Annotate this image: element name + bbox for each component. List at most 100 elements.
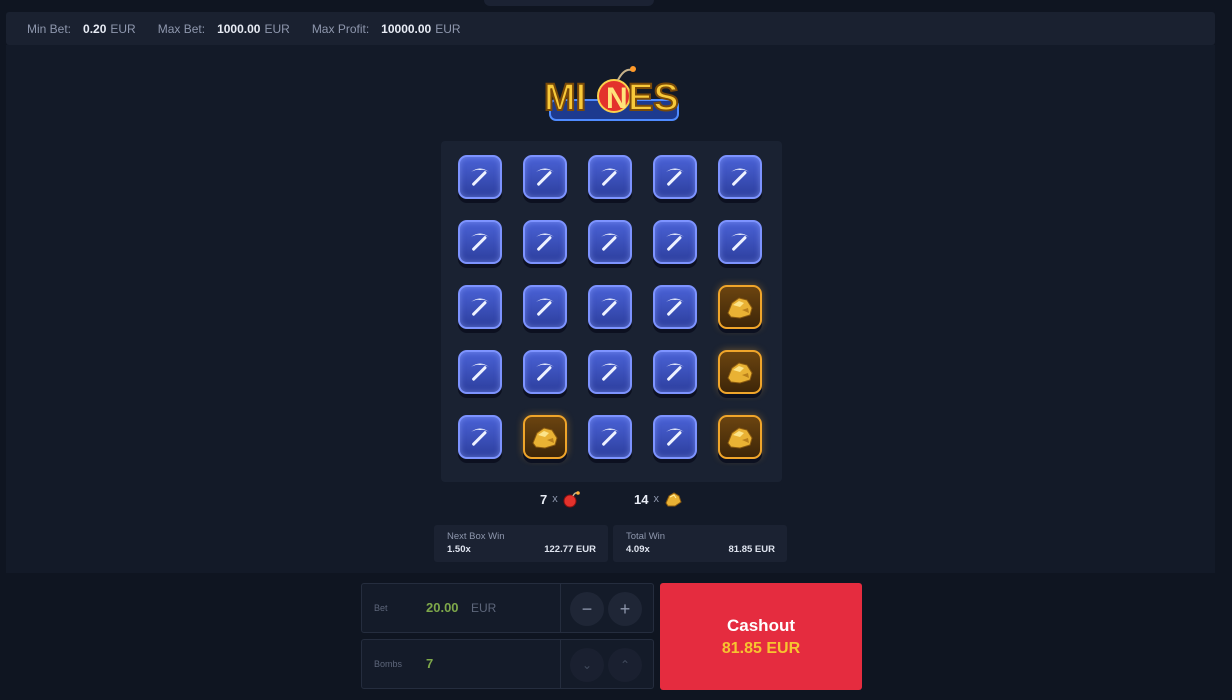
- min-bet: Min Bet: 0.20 EUR: [27, 22, 136, 36]
- pickaxe-icon: [666, 298, 684, 316]
- pickaxe-icon: [601, 298, 619, 316]
- bet-increase-button[interactable]: +: [608, 592, 642, 626]
- pickaxe-icon: [601, 363, 619, 381]
- cashout-button[interactable]: Cashout 81.85 EUR: [660, 583, 862, 690]
- gold-nugget-icon: [665, 492, 682, 507]
- tile-hidden[interactable]: [523, 350, 567, 394]
- tile-gold-revealed: [718, 415, 762, 459]
- gem-count: 14 x: [634, 490, 683, 508]
- tile-hidden[interactable]: [458, 415, 502, 459]
- gem-count-x: x: [653, 493, 659, 505]
- pickaxe-icon: [666, 168, 684, 186]
- logo-text-mid: N: [606, 82, 628, 115]
- total-win-title: Total Win: [626, 531, 666, 542]
- tile-hidden[interactable]: [588, 155, 632, 199]
- pickaxe-icon: [601, 428, 619, 446]
- gem-count-value: 14: [634, 491, 649, 507]
- mines-grid: [441, 141, 782, 482]
- pickaxe-icon: [536, 168, 554, 186]
- bombs-decrease-button[interactable]: ⌄: [570, 648, 604, 682]
- gold-nugget-icon: [727, 427, 753, 449]
- max-profit-label: Max Profit:: [311, 21, 370, 36]
- tile-hidden[interactable]: [523, 155, 567, 199]
- mines-logo: MI N ES: [543, 66, 680, 121]
- tile-hidden[interactable]: [458, 350, 502, 394]
- counts-row: 7 x 14 x: [0, 490, 1232, 510]
- max-profit: Max Profit: 10000.00 EUR: [312, 22, 461, 36]
- top-tab: [484, 0, 654, 6]
- tile-hidden[interactable]: [653, 220, 697, 264]
- limits-bar: Min Bet: 0.20 EUR Max Bet: 1000.00 EUR M…: [6, 12, 1215, 45]
- pickaxe-icon: [536, 298, 554, 316]
- tile-hidden[interactable]: [653, 415, 697, 459]
- pickaxe-icon: [536, 363, 554, 381]
- max-bet-label: Max Bet:: [157, 21, 206, 36]
- pickaxe-icon: [731, 233, 749, 251]
- tile-hidden[interactable]: [588, 415, 632, 459]
- bet-label: Bet: [374, 603, 388, 613]
- tile-hidden[interactable]: [458, 220, 502, 264]
- tile-hidden[interactable]: [458, 155, 502, 199]
- max-bet-currency: EUR: [264, 21, 290, 36]
- min-bet-label: Min Bet:: [27, 21, 72, 36]
- pickaxe-icon: [666, 233, 684, 251]
- next-box-win-amount: 122.77 EUR: [544, 544, 596, 555]
- tile-gold-revealed: [718, 350, 762, 394]
- pickaxe-icon: [536, 233, 554, 251]
- bet-input[interactable]: 20.00: [426, 600, 459, 615]
- tile-hidden[interactable]: [653, 350, 697, 394]
- tile-hidden[interactable]: [718, 220, 762, 264]
- total-win-multiplier: 4.09x: [626, 544, 650, 555]
- next-box-win-multiplier: 1.50x: [447, 544, 471, 555]
- tile-hidden[interactable]: [588, 220, 632, 264]
- next-box-win: Next Box Win 1.50x 122.77 EUR: [434, 525, 608, 562]
- gold-nugget-icon: [727, 362, 753, 384]
- max-profit-currency: EUR: [435, 21, 461, 36]
- min-bet-currency: EUR: [110, 21, 136, 36]
- min-bet-value: 0.20: [83, 21, 107, 36]
- max-bet-value: 1000.00: [217, 21, 261, 36]
- bet-decrease-button[interactable]: −: [570, 592, 604, 626]
- total-win: Total Win 4.09x 81.85 EUR: [613, 525, 787, 562]
- tile-hidden[interactable]: [458, 285, 502, 329]
- pickaxe-icon: [471, 363, 489, 381]
- logo-text-left: MI: [544, 77, 586, 119]
- bomb-count: 7 x: [540, 490, 580, 508]
- tile-hidden[interactable]: [718, 155, 762, 199]
- tile-gold-revealed: [523, 415, 567, 459]
- total-win-amount: 81.85 EUR: [728, 544, 775, 555]
- tile-gold-revealed: [718, 285, 762, 329]
- tile-hidden[interactable]: [653, 155, 697, 199]
- pickaxe-icon: [731, 168, 749, 186]
- max-profit-value: 10000.00: [381, 21, 432, 36]
- bomb-icon: [563, 491, 580, 508]
- bomb-count-x: x: [552, 493, 558, 505]
- tile-hidden[interactable]: [523, 220, 567, 264]
- gold-nugget-icon: [532, 427, 558, 449]
- pickaxe-icon: [666, 428, 684, 446]
- pickaxe-icon: [601, 233, 619, 251]
- next-box-win-title: Next Box Win: [447, 531, 505, 542]
- bomb-count-value: 7: [540, 491, 548, 507]
- logo-text-right: ES: [628, 77, 679, 119]
- bombs-increase-button[interactable]: ⌃: [608, 648, 642, 682]
- pickaxe-icon: [471, 298, 489, 316]
- cashout-amount: 81.85 EUR: [721, 639, 801, 657]
- bet-control: Bet 20.00 EUR − +: [361, 583, 654, 633]
- tile-hidden[interactable]: [588, 350, 632, 394]
- pickaxe-icon: [471, 233, 489, 251]
- pickaxe-icon: [471, 428, 489, 446]
- gold-nugget-icon: [727, 297, 753, 319]
- pickaxe-icon: [471, 168, 489, 186]
- tile-hidden[interactable]: [653, 285, 697, 329]
- max-bet: Max Bet: 1000.00 EUR: [158, 22, 290, 36]
- bet-currency: EUR: [471, 601, 497, 615]
- tile-hidden[interactable]: [523, 285, 567, 329]
- cashout-label: Cashout: [727, 615, 795, 635]
- bombs-control: Bombs 7 ⌄ ⌃: [361, 639, 654, 689]
- bombs-input[interactable]: 7: [426, 656, 433, 671]
- pickaxe-icon: [601, 168, 619, 186]
- bombs-label: Bombs: [374, 659, 403, 669]
- tile-hidden[interactable]: [588, 285, 632, 329]
- pickaxe-icon: [666, 363, 684, 381]
